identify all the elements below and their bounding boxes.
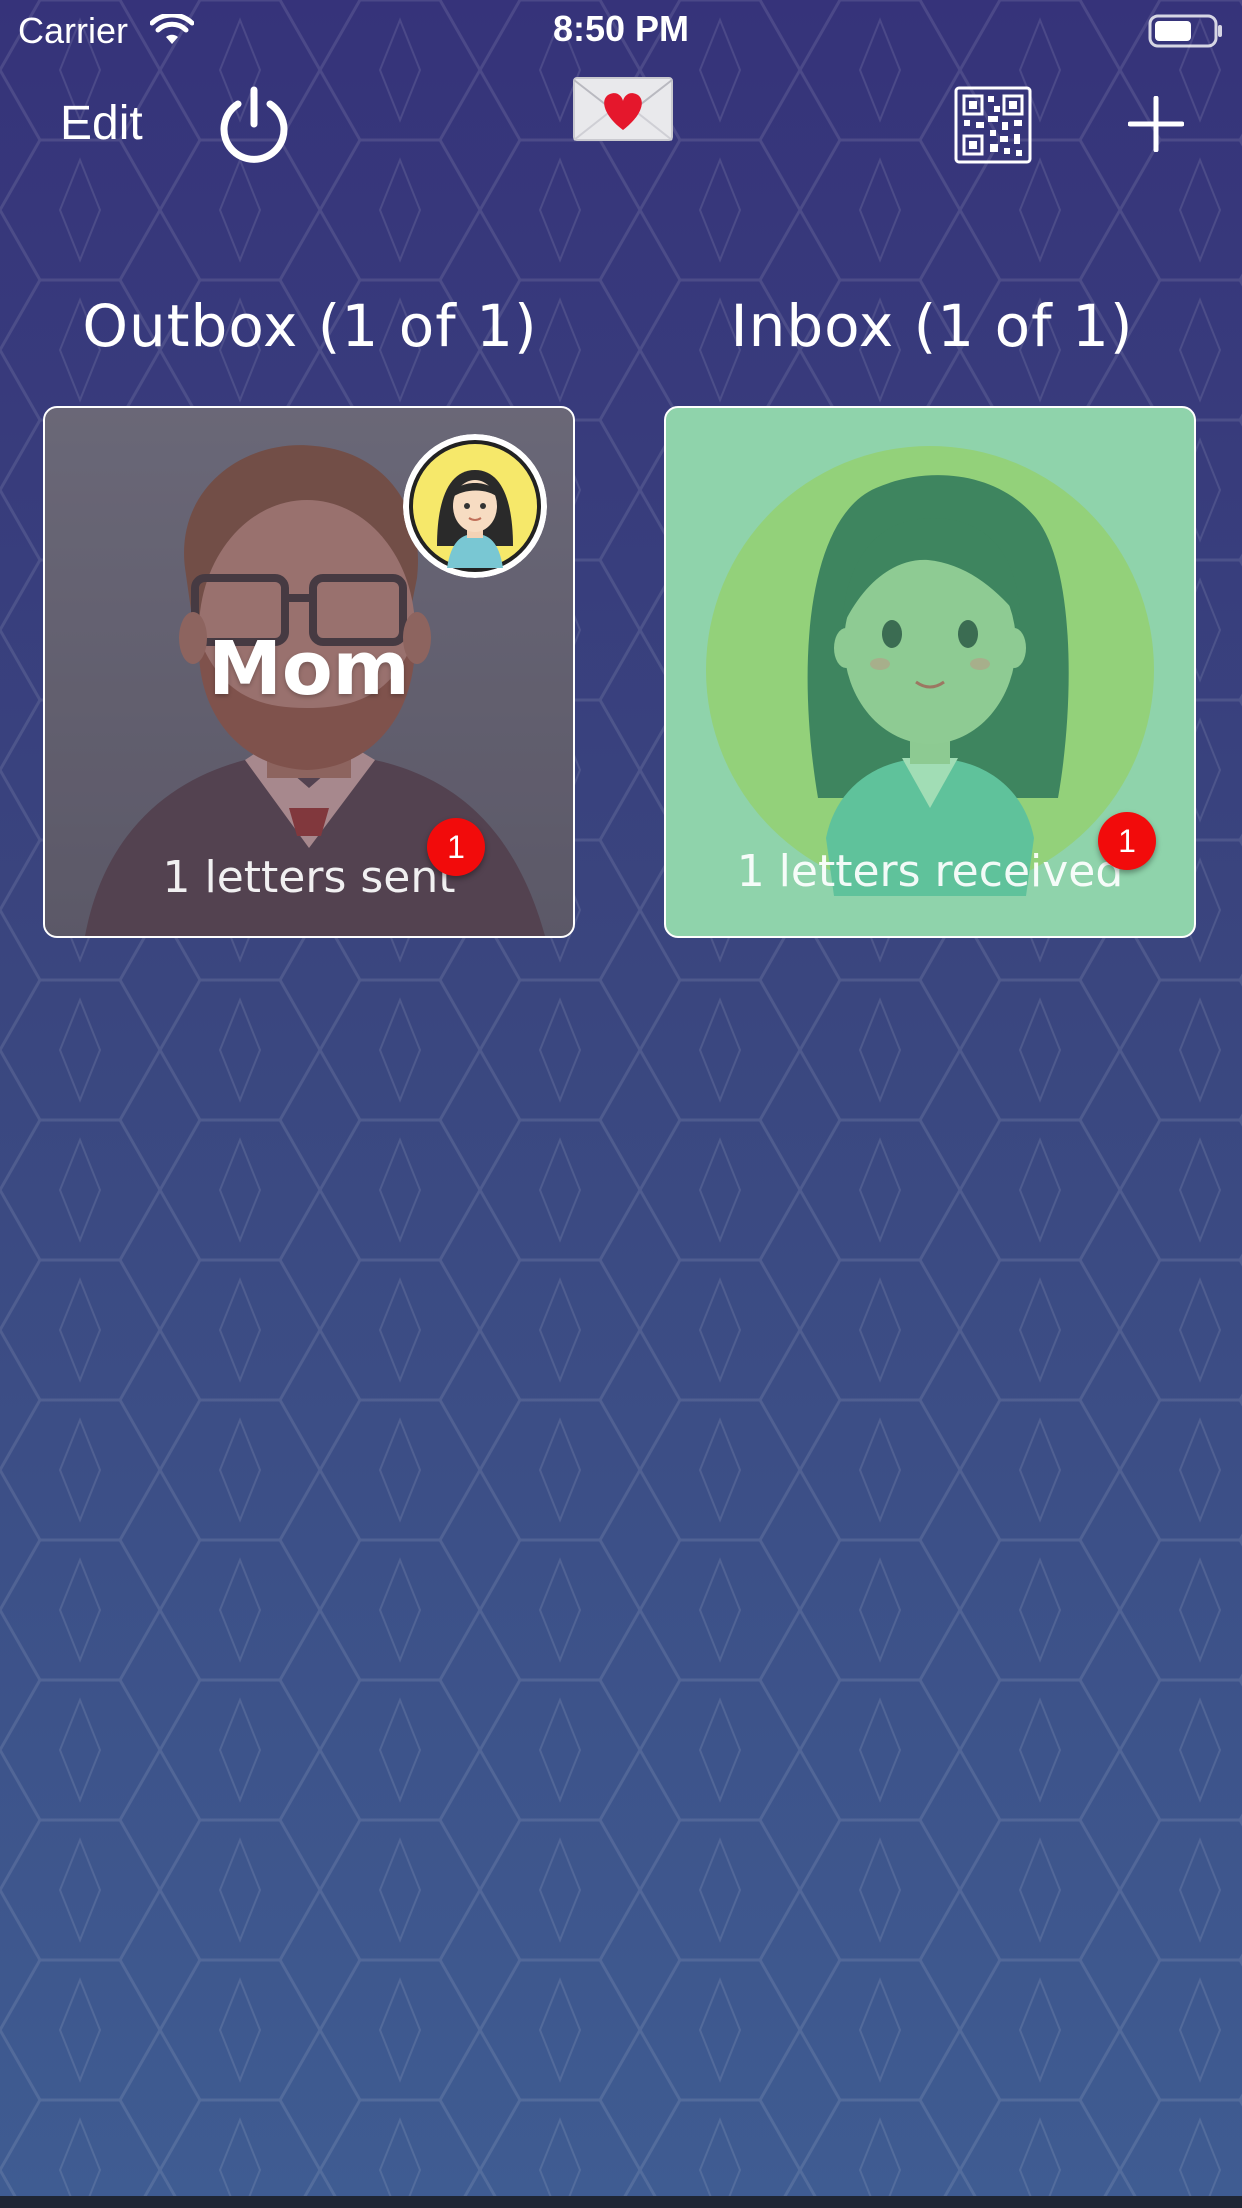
letters-sent-label: 1 letters sent xyxy=(162,852,456,903)
status-time: 8:50 PM xyxy=(552,8,690,49)
contact-name: Mom xyxy=(208,626,410,712)
outbox-card[interactable]: Mom 1 letters sent 1 xyxy=(43,406,575,938)
love-letter-icon xyxy=(573,77,673,141)
battery-icon xyxy=(1148,14,1222,48)
qr-code-icon[interactable] xyxy=(954,86,1032,164)
outbox-count-badge: 1 xyxy=(427,818,485,876)
edit-button[interactable]: Edit xyxy=(60,96,143,151)
inbox-title: Inbox (1 of 1) xyxy=(730,292,1134,360)
status-bar: Carrier 8:50 PM xyxy=(0,0,1242,60)
recipient-avatar xyxy=(403,434,547,578)
outbox-title: Outbox (1 of 1) xyxy=(82,292,538,360)
inbox-card[interactable]: 1 letters received 1 xyxy=(664,406,1196,938)
power-icon[interactable] xyxy=(212,82,296,166)
inbox-count-badge: 1 xyxy=(1098,812,1156,870)
bottom-bar xyxy=(0,2196,1242,2208)
plus-icon[interactable] xyxy=(1128,96,1184,152)
